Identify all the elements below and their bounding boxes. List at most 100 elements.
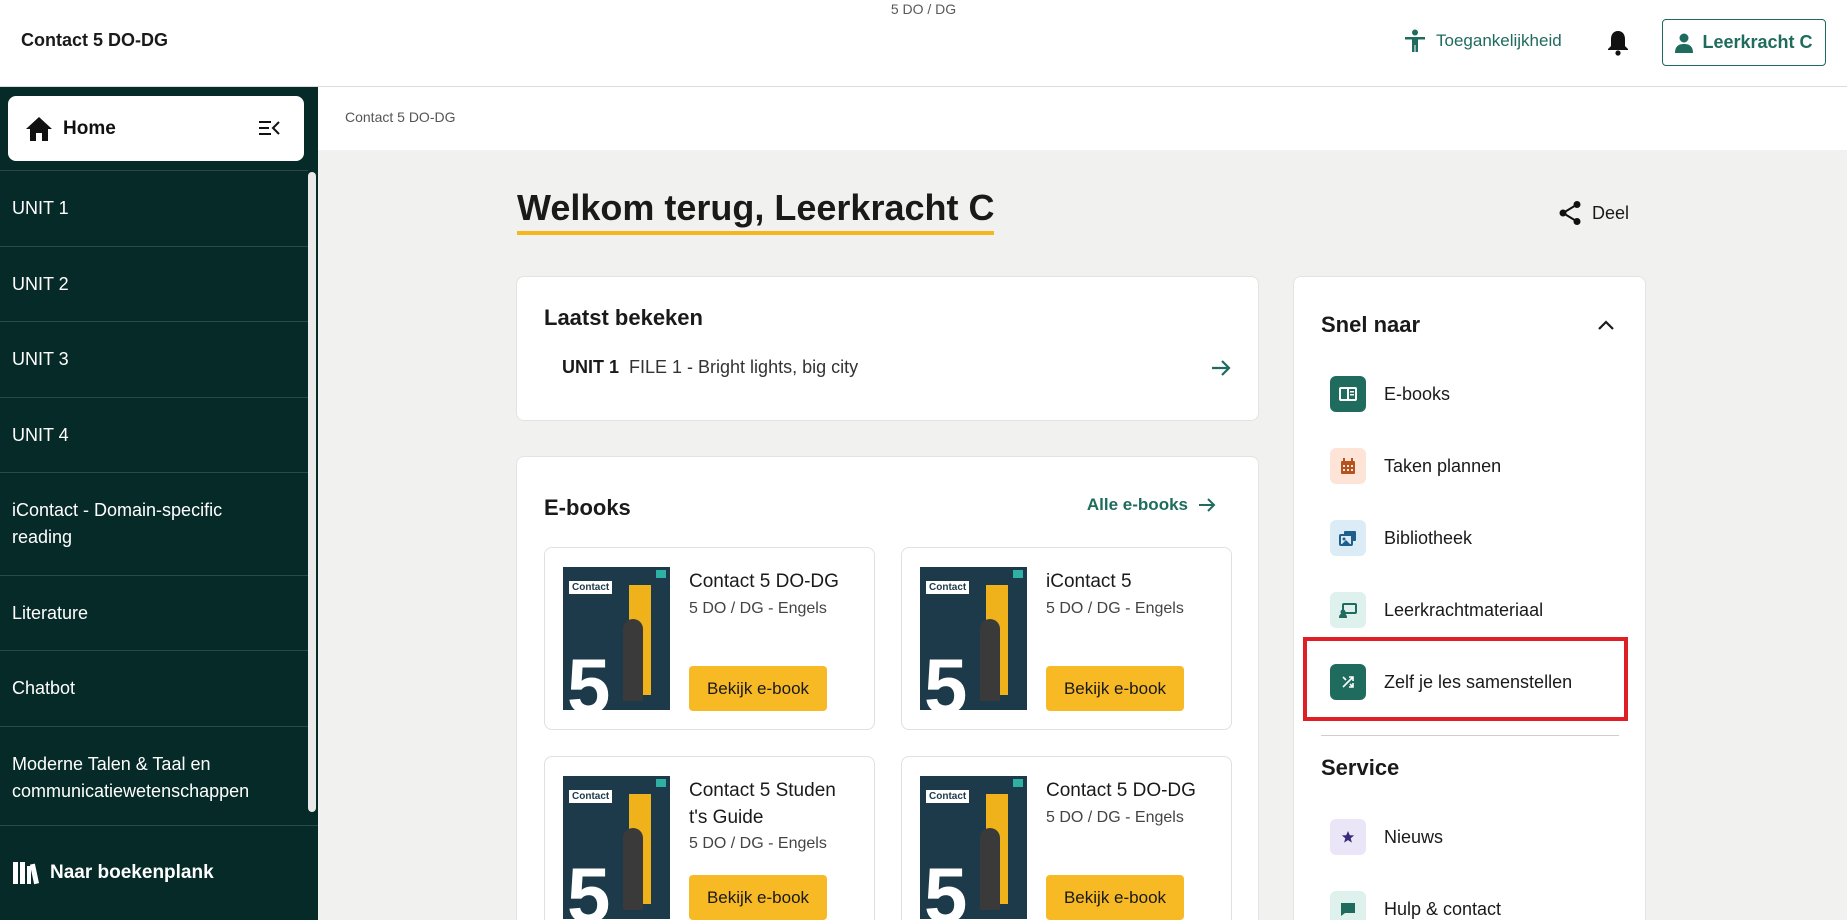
sidebar-item-chatbot[interactable]: Chatbot <box>0 650 308 726</box>
sidebar-item-icontact-reading[interactable]: iContact - Domain-specific reading <box>0 472 308 575</box>
service-link-label: Hulp & contact <box>1384 898 1502 919</box>
recent-item[interactable]: UNIT 1 FILE 1 - Bright lights, big city <box>562 357 1232 378</box>
recent-unit: UNIT 1 <box>562 357 620 377</box>
top-bar: 5 DO / DG Contact 5 DO-DG Toegankelijkhe… <box>0 0 1847 87</box>
star-icon <box>1330 819 1366 855</box>
service-title: Service <box>1321 755 1400 780</box>
ebook-subtitle: 5 DO / DG - Engels <box>1046 600 1184 617</box>
cover-title: Contact <box>569 581 613 594</box>
cover-figure <box>623 619 643 701</box>
ebook-cover: Contact 5 <box>563 776 670 919</box>
bookshelf-icon <box>13 862 40 885</box>
teacher-board-icon <box>1330 592 1366 628</box>
ebook-card[interactable]: Contact 5 iContact 5 5 DO / DG - Engels … <box>901 547 1232 730</box>
notifications-button[interactable] <box>1607 30 1631 56</box>
home-icon <box>26 116 52 141</box>
sidebar-nav: UNIT 1 UNIT 2 UNIT 3 UNIT 4 iContact - D… <box>0 170 308 828</box>
library-icon <box>1330 520 1366 556</box>
sidebar-item-label: UNIT 4 <box>12 424 69 445</box>
quick-link-label: Bibliotheek <box>1384 527 1473 548</box>
view-ebook-button[interactable]: Bekijk e-book <box>689 666 827 711</box>
arrow-right-icon <box>1199 498 1216 512</box>
page-title: Welkom terug, Leerkracht C <box>517 187 995 235</box>
view-ebook-button[interactable]: Bekijk e-book <box>1046 875 1184 920</box>
app-title[interactable]: Contact 5 DO-DG <box>21 30 168 51</box>
cover-badge <box>656 570 666 578</box>
cover-badge <box>1013 779 1023 787</box>
book-icon <box>1330 376 1366 412</box>
accessibility-icon <box>1405 29 1425 52</box>
all-ebooks-link[interactable]: Alle e-books <box>1087 495 1216 515</box>
sidebar-item-unit-2[interactable]: UNIT 2 <box>0 246 308 321</box>
share-button[interactable]: Deel <box>1558 200 1629 226</box>
view-ebook-button[interactable]: Bekijk e-book <box>689 875 827 920</box>
ebooks-title: E-books <box>544 495 631 520</box>
cover-number: 5 <box>924 642 968 710</box>
ebook-title: iContact 5 <box>1046 571 1132 592</box>
quick-link-label: Leerkrachtmateriaal <box>1384 599 1544 620</box>
sidebar-home[interactable]: Home <box>8 96 304 161</box>
ebook-cover: Contact 5 <box>563 567 670 710</box>
quick-link-label: E-books <box>1384 383 1451 404</box>
sidebar-item-unit-4[interactable]: UNIT 4 <box>0 397 308 472</box>
cover-figure <box>980 619 1000 701</box>
breadcrumb-bar: Contact 5 DO-DG <box>318 87 1847 150</box>
cover-title: Contact <box>926 790 970 803</box>
quick-links-title: Snel naar <box>1321 312 1421 337</box>
bookshelf-label: Naar boekenplank <box>50 862 214 883</box>
sidebar-item-label: UNIT 3 <box>12 349 69 369</box>
user-label: Leerkracht C <box>1702 32 1813 52</box>
cover-title: Contact <box>926 581 970 594</box>
all-ebooks-label: Alle e-books <box>1086 495 1188 514</box>
quick-link-leerkrachtmateriaal[interactable]: Leerkrachtmateriaal <box>1330 592 1543 628</box>
home-label: Home <box>63 117 116 139</box>
sidebar-item-label: Moderne Talen & Taal en communicatiewete… <box>12 753 250 801</box>
cover-badge <box>1013 570 1023 578</box>
sidebar-scrollbar[interactable] <box>308 172 316 812</box>
ebook-card[interactable]: Contact 5 Contact 5 Student's Guide 5 DO… <box>544 756 875 920</box>
ebook-subtitle: 5 DO / DG - Engels <box>689 835 827 852</box>
chevron-up-icon[interactable] <box>1597 319 1615 331</box>
sidebar-item-unit-3[interactable]: UNIT 3 <box>0 321 308 397</box>
cover-badge <box>656 779 666 787</box>
bell-icon <box>1608 31 1628 56</box>
quick-link-taken-plannen[interactable]: Taken plannen <box>1330 448 1501 484</box>
quick-link-label: Taken plannen <box>1384 455 1502 476</box>
collapse-menu-icon[interactable] <box>258 118 280 138</box>
service-link-hulp-contact[interactable]: Hulp & contact <box>1330 891 1501 920</box>
ebook-card[interactable]: Contact 5 Contact 5 DO-DG 5 DO / DG - En… <box>544 547 875 730</box>
quick-link-bibliotheek[interactable]: Bibliotheek <box>1330 520 1472 556</box>
sidebar-item-literature[interactable]: Literature <box>0 575 308 650</box>
view-ebook-button[interactable]: Bekijk e-book <box>1046 666 1184 711</box>
bookshelf-link[interactable]: Naar boekenplank <box>0 825 318 920</box>
divider <box>1321 735 1619 736</box>
service-link-nieuws[interactable]: Nieuws <box>1330 819 1443 855</box>
share-icon <box>1559 201 1581 225</box>
quick-link-ebooks[interactable]: E-books <box>1330 376 1450 412</box>
chat-icon <box>1330 891 1366 920</box>
ebook-title: Contact 5 Student's Guide <box>689 780 836 828</box>
sidebar-item-moderne-talen[interactable]: Moderne Talen & Taal en communicatiewete… <box>0 726 308 828</box>
service-link-label: Nieuws <box>1384 826 1444 847</box>
sidebar-item-label: UNIT 1 <box>12 198 69 218</box>
sidebar-item-unit-1[interactable]: UNIT 1 <box>0 170 308 246</box>
cover-number: 5 <box>567 851 611 919</box>
ebook-subtitle: 5 DO / DG - Engels <box>1046 809 1184 826</box>
breadcrumb[interactable]: Contact 5 DO-DG <box>345 109 455 125</box>
calendar-icon <box>1330 448 1366 484</box>
ebook-cover: Contact 5 <box>920 567 1027 710</box>
cover-number: 5 <box>924 851 968 919</box>
user-icon <box>1675 33 1694 53</box>
share-label: Deel <box>1592 202 1630 223</box>
ebooks-card: E-books Alle e-books Contact 5 Contact 5… <box>516 456 1259 920</box>
quick-links-panel: Snel naar E-books Taken plannen Biblioth… <box>1293 276 1646 920</box>
sidebar: Home UNIT 1 UNIT 2 UNIT 3 UNIT 4 iContac… <box>0 87 318 920</box>
user-menu-button[interactable]: Leerkracht C <box>1662 19 1826 66</box>
ebook-card[interactable]: Contact 5 Contact 5 DO-DG 5 DO / DG - En… <box>901 756 1232 920</box>
cover-title: Contact <box>569 790 613 803</box>
accessibility-button[interactable]: Toegankelijkheid <box>1404 29 1562 53</box>
sidebar-item-label: Literature <box>12 602 89 623</box>
ebook-title: Contact 5 DO-DG <box>689 571 839 592</box>
highlight-box <box>1303 637 1628 721</box>
accessibility-label: Toegankelijkheid <box>1436 31 1562 50</box>
